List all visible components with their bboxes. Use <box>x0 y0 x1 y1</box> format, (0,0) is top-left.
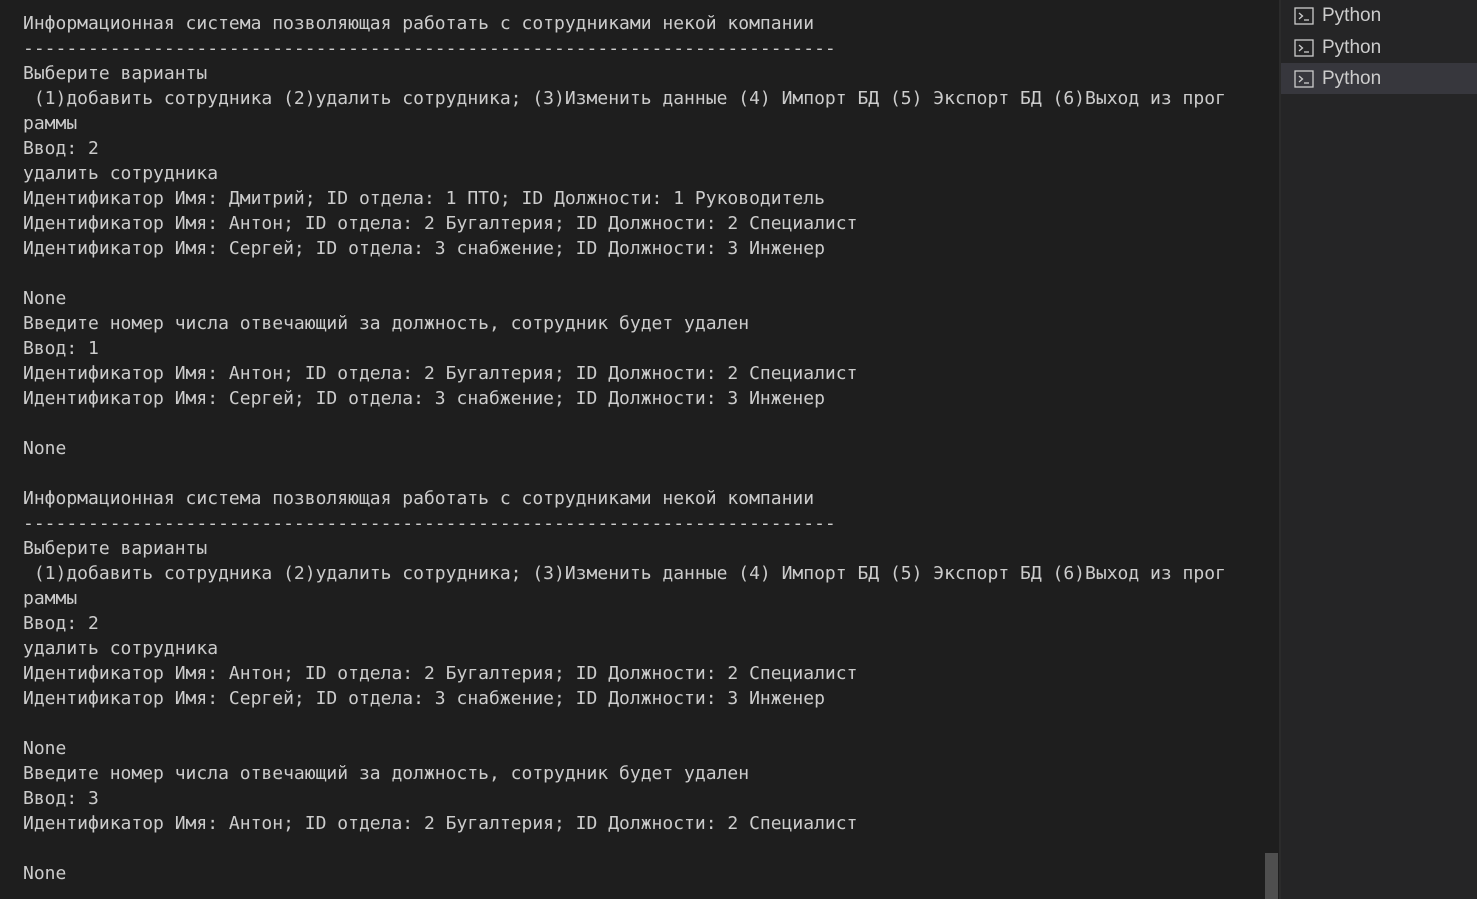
terminal-icon <box>1294 38 1314 57</box>
terminal-line: удалить сотрудника <box>23 638 219 659</box>
terminal-line: Ввод: 1 <box>23 338 99 359</box>
vscode-terminal-window: Информационная система позволяющая работ… <box>0 0 1477 899</box>
terminal-line: Идентификатор Имя: Сергей; ID отдела: 3 … <box>23 688 825 709</box>
terminal-line: Информационная система позволяющая работ… <box>23 13 815 34</box>
terminal-line: Идентификатор Имя: Антон; ID отдела: 2 Б… <box>23 213 858 234</box>
terminal-tab-1[interactable]: Python <box>1281 0 1477 31</box>
terminal-line: Идентификатор Имя: Дмитрий; ID отдела: 1… <box>23 188 825 209</box>
terminal-line: ----------------------------------------… <box>23 513 836 534</box>
terminal-line: Выберите варианты <box>23 63 208 84</box>
terminal-line: Идентификатор Имя: Антон; ID отдела: 2 Б… <box>23 813 858 834</box>
terminal-line: раммы <box>23 113 78 134</box>
terminal-line: удалить сотрудника <box>23 163 219 184</box>
terminal-line: раммы <box>23 588 78 609</box>
terminal-line: Введите номер числа отвечающий за должно… <box>23 763 750 784</box>
terminal-tab-label: Python <box>1322 36 1382 58</box>
terminal-output[interactable]: Информационная система позволяющая работ… <box>0 0 1264 899</box>
terminal-line: Информационная система позволяющая работ… <box>23 488 815 509</box>
terminal-line: (1)добавить сотрудника (2)удалить сотруд… <box>23 563 1226 584</box>
terminal-line: Идентификатор Имя: Сергей; ID отдела: 3 … <box>23 388 825 409</box>
terminal-tab-3[interactable]: Python <box>1281 63 1477 94</box>
terminal-icon <box>1294 69 1314 88</box>
terminal-line: Ввод: 2 <box>23 138 99 159</box>
terminal-tabs-list: Python Python Python <box>1281 0 1477 899</box>
terminal-line: Идентификатор Имя: Антон; ID отдела: 2 Б… <box>23 663 858 684</box>
terminal-line: Ввод: 2 <box>23 613 99 634</box>
terminal-icon <box>1294 6 1314 25</box>
terminal-line: Идентификатор Имя: Антон; ID отдела: 2 Б… <box>23 363 858 384</box>
terminal-line: None <box>23 738 67 759</box>
terminal-text: Информационная система позволяющая работ… <box>23 11 1226 886</box>
terminal-line: None <box>23 438 67 459</box>
terminal-line: None <box>23 863 67 884</box>
terminal-line: Ввод: 3 <box>23 788 99 809</box>
terminal-scrollbar[interactable] <box>1264 0 1279 899</box>
terminal-tab-2[interactable]: Python <box>1281 32 1477 63</box>
terminal-tab-label: Python <box>1322 4 1382 26</box>
terminal-line: Введите номер числа отвечающий за должно… <box>23 313 750 334</box>
terminal-line: ----------------------------------------… <box>23 38 836 59</box>
terminal-line: None <box>23 288 67 309</box>
scrollbar-thumb[interactable] <box>1265 853 1278 899</box>
terminal-line: Выберите варианты <box>23 538 208 559</box>
terminal-line: (1)добавить сотрудника (2)удалить сотруд… <box>23 88 1226 109</box>
terminal-tab-label: Python <box>1322 67 1382 89</box>
terminal-line: Идентификатор Имя: Сергей; ID отдела: 3 … <box>23 238 825 259</box>
